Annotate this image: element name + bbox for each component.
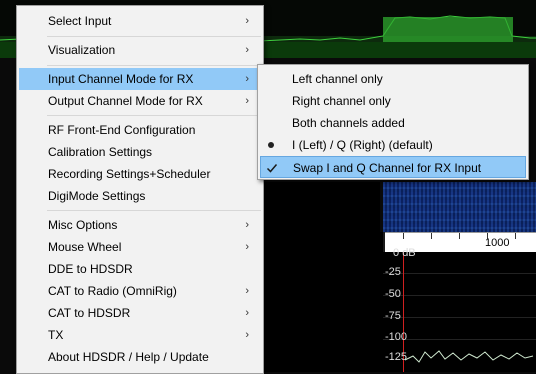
menu-item-dde-to-hdsdr[interactable]: DDE to HDSDR xyxy=(19,258,261,280)
menu-separator xyxy=(47,210,261,211)
submenu-item-label: Left channel only xyxy=(292,72,383,86)
chevron-right-icon: › xyxy=(245,241,249,253)
menu-item-label: Misc Options xyxy=(48,218,118,232)
menu-item-label: Input Channel Mode for RX xyxy=(48,72,194,86)
menu-item-label: Calibration Settings xyxy=(48,145,153,159)
submenu-item-swap-iq[interactable]: Swap I and Q Channel for RX Input xyxy=(260,156,526,178)
chevron-right-icon: › xyxy=(245,219,249,231)
menu-item-label: Visualization xyxy=(48,43,116,57)
chevron-right-icon: › xyxy=(245,329,249,341)
chevron-right-icon: › xyxy=(245,15,249,27)
menu-item-visualization[interactable]: Visualization › xyxy=(19,39,261,61)
menu-item-calibration-settings[interactable]: Calibration Settings xyxy=(19,141,261,163)
submenu-item-label: Right channel only xyxy=(292,94,391,108)
submenu-item-right-channel-only[interactable]: Right channel only xyxy=(260,90,526,112)
submenu-item-label: Both channels added xyxy=(292,116,405,130)
chevron-right-icon: › xyxy=(245,285,249,297)
menu-item-rf-frontend-config[interactable]: RF Front-End Configuration xyxy=(19,119,261,141)
menu-separator xyxy=(47,115,261,116)
menu-item-digimode-settings[interactable]: DigiMode Settings xyxy=(19,185,261,207)
chevron-right-icon: › xyxy=(245,95,249,107)
menu-item-input-channel-mode[interactable]: Input Channel Mode for RX › xyxy=(19,68,261,90)
checkmark-icon xyxy=(261,157,283,179)
menu-item-tx[interactable]: TX › xyxy=(19,324,261,346)
menu-item-label: CAT to HDSDR xyxy=(48,306,131,320)
menu-item-label: TX xyxy=(48,328,64,342)
audio-spectrum-display[interactable]: 0 dB -25 -50 -75 -100 -125 xyxy=(383,247,536,372)
menu-item-label: CAT to Radio (OmniRig) xyxy=(48,284,177,298)
menu-item-about-hdsdr[interactable]: About HDSDR / Help / Update xyxy=(19,346,261,368)
menu-item-label: DDE to HDSDR xyxy=(48,262,133,276)
submenu-item-left-channel-only[interactable]: Left channel only xyxy=(260,68,526,90)
submenu-item-label: I (Left) / Q (Right) (default) xyxy=(292,138,433,152)
lower-left-panel xyxy=(262,232,385,372)
submenu-item-iq-default[interactable]: I (Left) / Q (Right) (default) xyxy=(260,134,526,156)
menu-item-label: Select Input xyxy=(48,14,112,28)
input-channel-mode-submenu: Left channel only Right channel only Bot… xyxy=(257,64,529,180)
menu-item-cat-to-hdsdr[interactable]: CAT to HDSDR › xyxy=(19,302,261,324)
chevron-right-icon: › xyxy=(245,73,249,85)
menu-separator xyxy=(47,36,261,37)
radio-bullet-icon xyxy=(260,134,282,156)
main-context-menu: Select Input › Visualization › Input Cha… xyxy=(16,5,264,374)
menu-item-output-channel-mode[interactable]: Output Channel Mode for RX › xyxy=(19,90,261,112)
menu-item-select-input[interactable]: Select Input › xyxy=(19,10,261,32)
spectrum-passband xyxy=(383,17,513,42)
menu-item-recording-settings[interactable]: Recording Settings+Scheduler xyxy=(19,163,261,185)
menu-item-misc-options[interactable]: Misc Options › xyxy=(19,214,261,236)
scale-label-1000: 1000 xyxy=(485,237,510,249)
menu-item-label: About HDSDR / Help / Update xyxy=(48,350,209,364)
chevron-right-icon: › xyxy=(245,307,249,319)
audio-noise-trace xyxy=(404,350,534,363)
menu-item-cat-to-radio[interactable]: CAT to Radio (OmniRig) › xyxy=(19,280,261,302)
menu-item-label: RF Front-End Configuration xyxy=(48,123,196,137)
menu-item-mouse-wheel[interactable]: Mouse Wheel › xyxy=(19,236,261,258)
menu-item-label: Recording Settings+Scheduler xyxy=(48,167,211,181)
submenu-item-label: Swap I and Q Channel for RX Input xyxy=(293,161,482,175)
submenu-item-both-channels-added[interactable]: Both channels added xyxy=(260,112,526,134)
menu-item-label: Mouse Wheel xyxy=(48,240,122,254)
menu-item-label: Output Channel Mode for RX xyxy=(48,94,203,108)
menu-item-label: DigiMode Settings xyxy=(48,189,146,203)
waterfall-display[interactable] xyxy=(383,182,536,232)
frequency-panel xyxy=(262,182,380,232)
chevron-right-icon: › xyxy=(245,44,249,56)
menu-separator xyxy=(47,65,261,66)
